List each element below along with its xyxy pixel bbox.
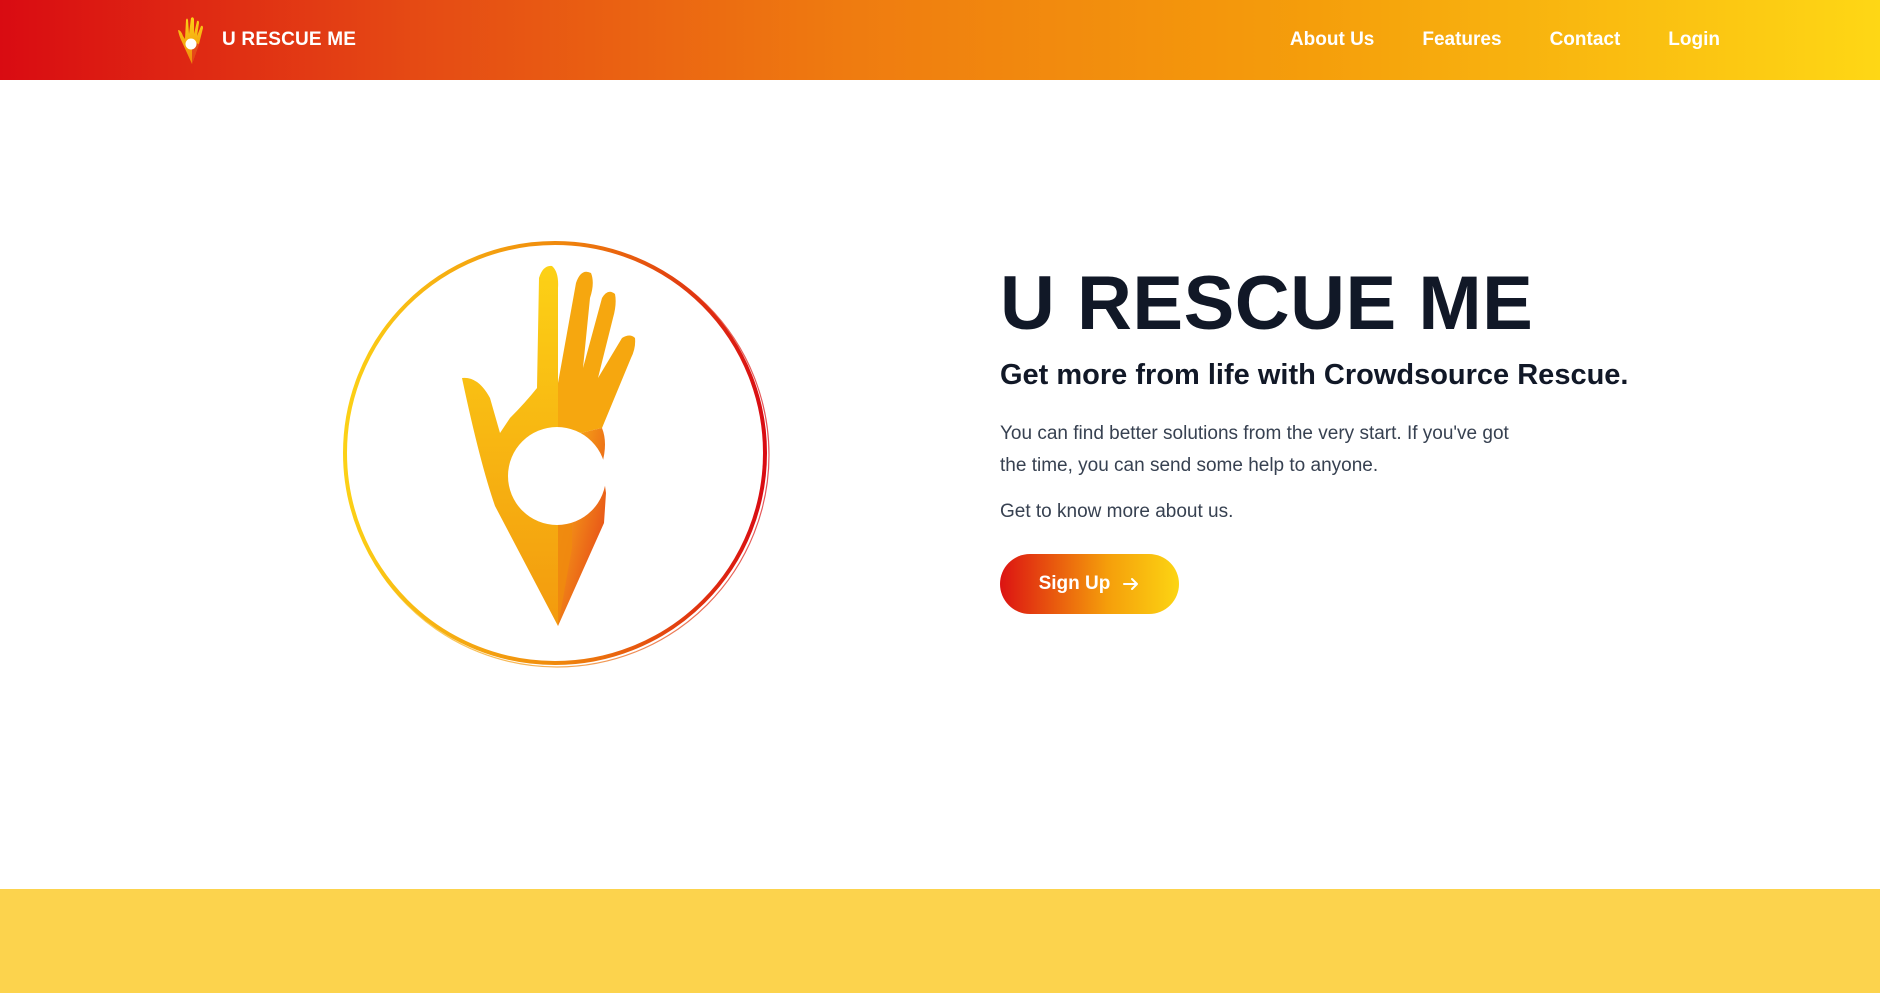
arrow-right-icon xyxy=(1123,578,1139,591)
nav-contact[interactable]: Contact xyxy=(1550,29,1621,51)
hand-in-circle-logo-icon xyxy=(343,241,770,668)
hero-content: U RESCUE ME Get more from life with Crow… xyxy=(1000,261,1640,615)
nav-login[interactable]: Login xyxy=(1668,29,1720,51)
hero-subtitle: Get more from life with Crowdsource Resc… xyxy=(1000,358,1629,391)
nav-about-us[interactable]: About Us xyxy=(1290,29,1374,51)
top-navbar: U RESCUE ME About Us Features Contact Lo… xyxy=(0,0,1880,80)
hero-description: You can find better solutions from the v… xyxy=(1000,423,1509,477)
brand-name: U RESCUE ME xyxy=(222,29,357,50)
hero-more-text: Get to know more about us. xyxy=(1000,501,1234,523)
signup-button[interactable]: Sign Up xyxy=(1000,554,1179,615)
signup-button-label: Sign Up xyxy=(1038,573,1111,595)
nav-features[interactable]: Features xyxy=(1422,29,1501,51)
hand-logo-icon xyxy=(178,17,203,64)
main-nav: About Us Features Contact Login xyxy=(1290,0,1720,80)
hero-title: U RESCUE ME xyxy=(1000,261,1534,346)
brand[interactable]: U RESCUE ME xyxy=(176,12,356,68)
footer-band xyxy=(0,889,1880,993)
